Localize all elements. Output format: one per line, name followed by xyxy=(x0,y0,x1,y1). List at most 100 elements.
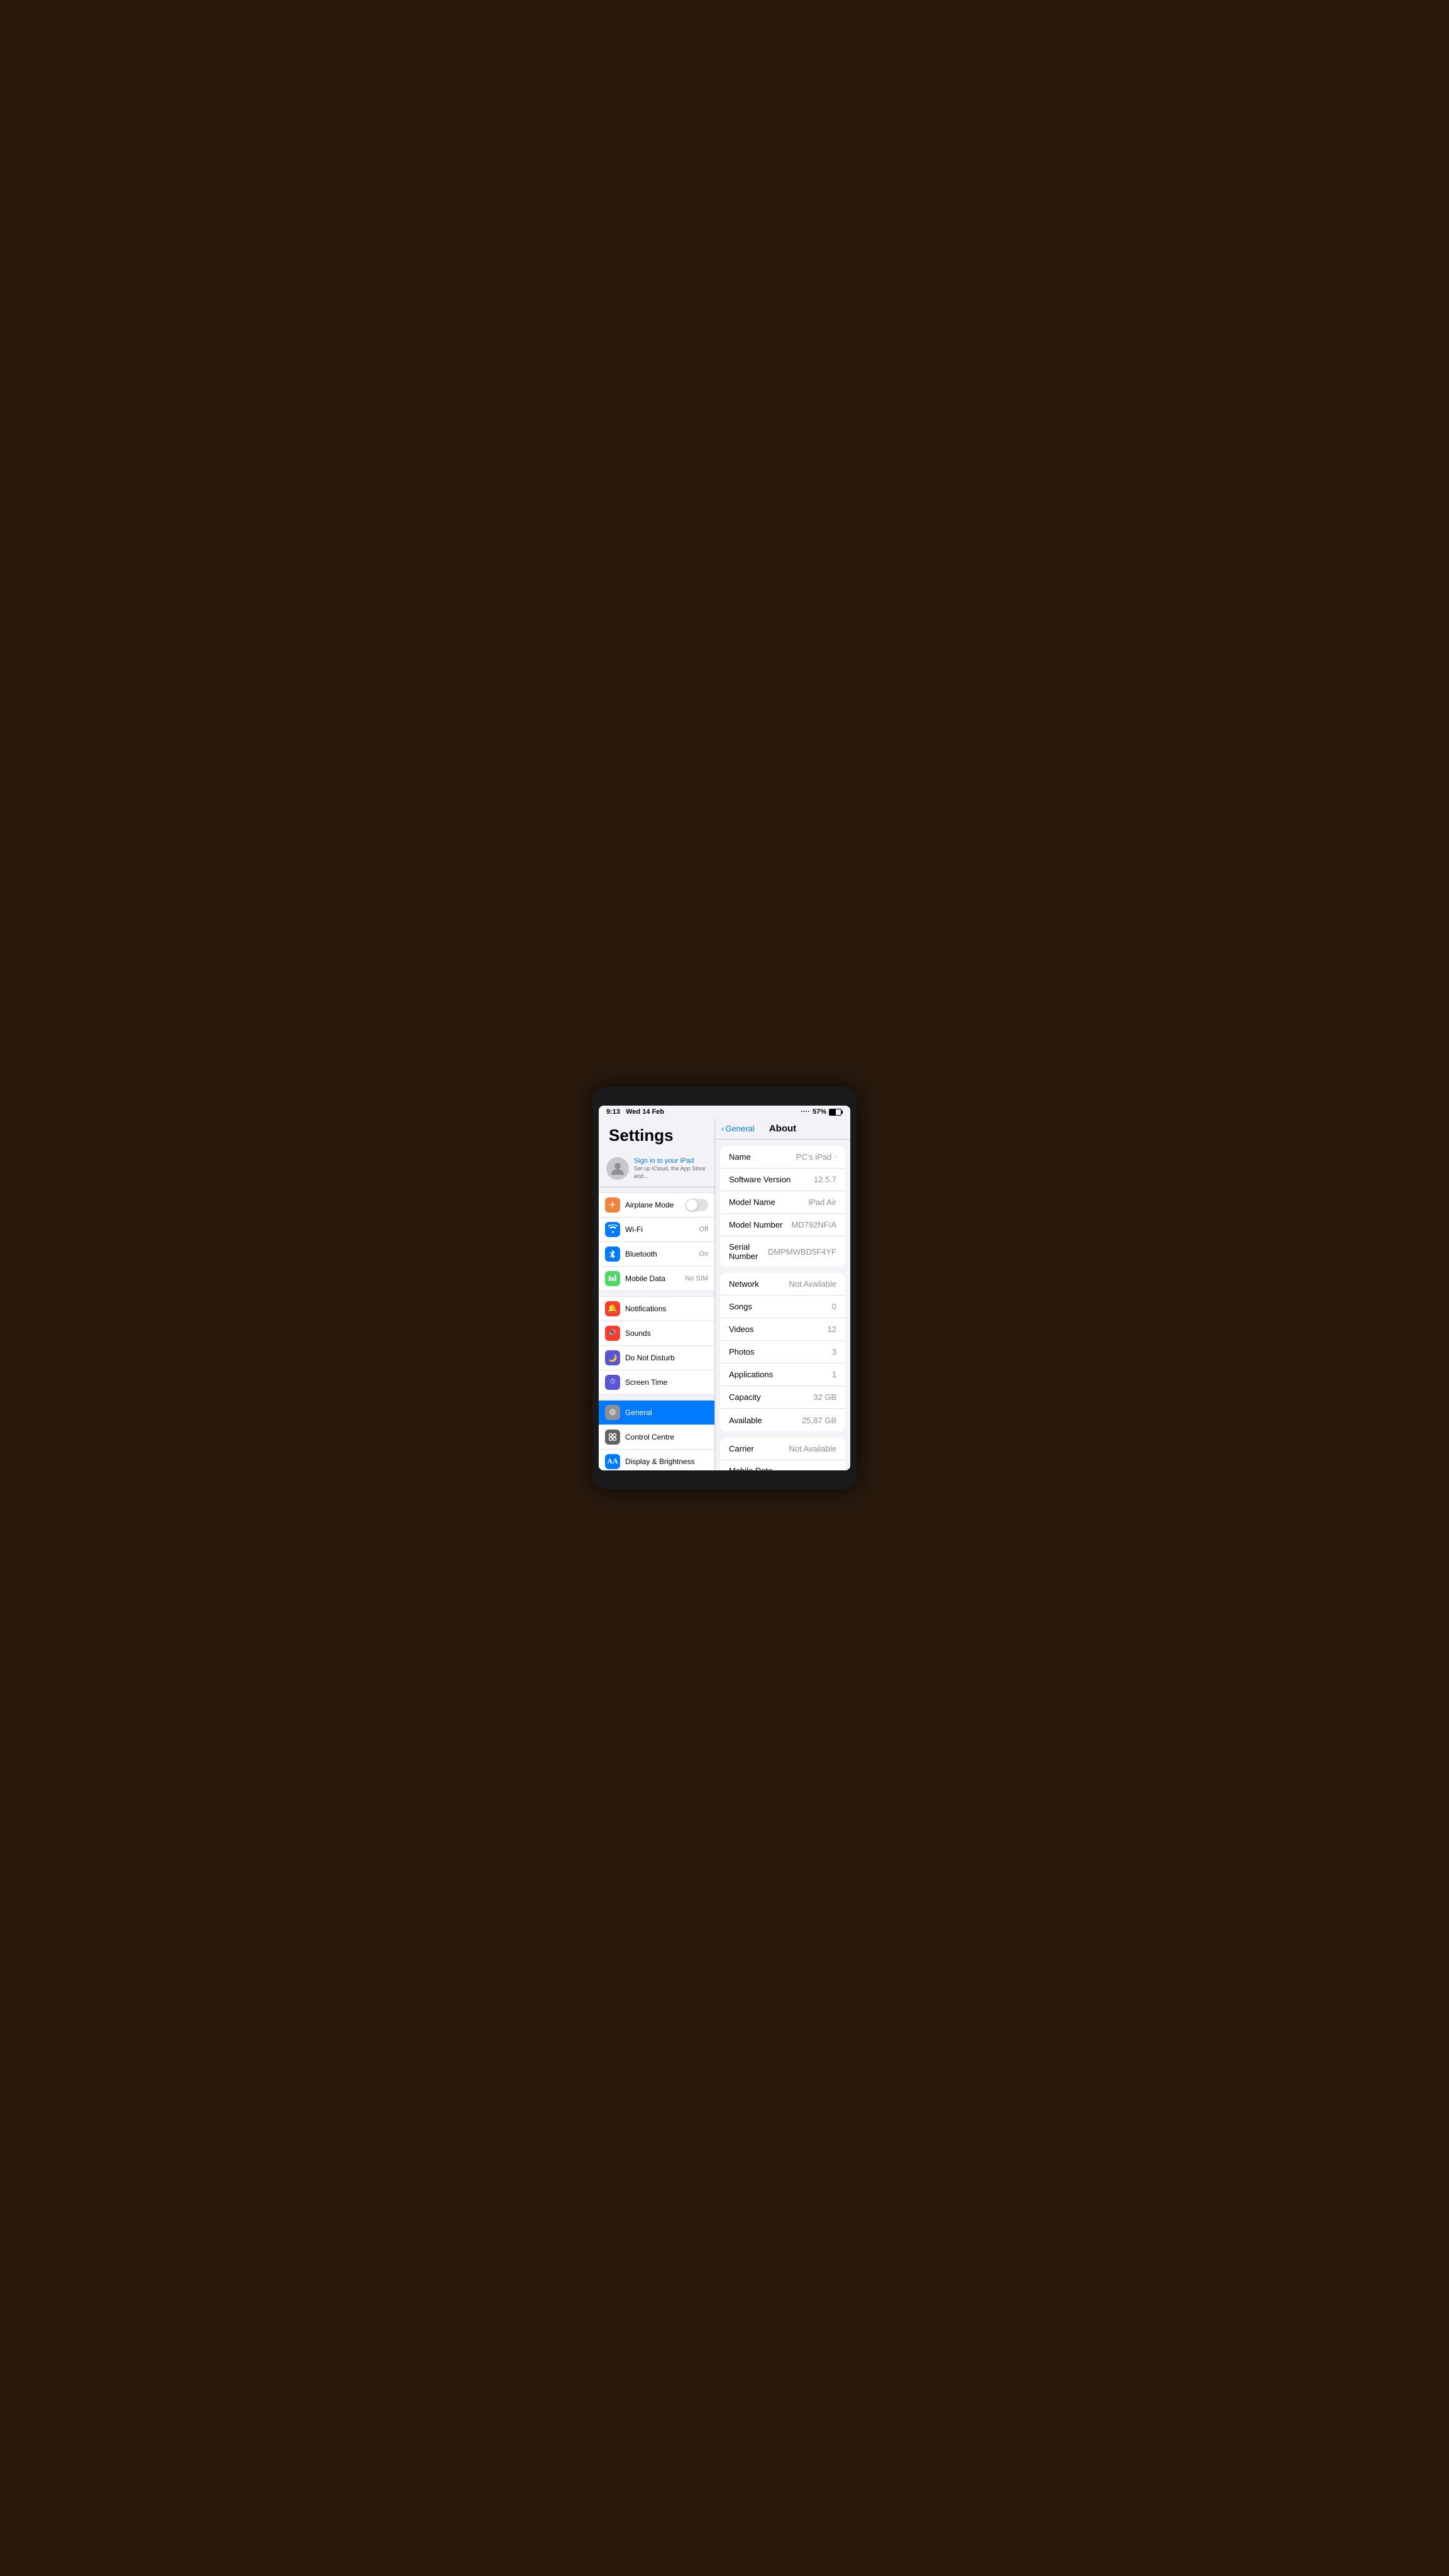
sidebar-item-mobile-data[interactable]: Mobile Data No SIM xyxy=(599,1267,714,1291)
sidebar-item-notifications[interactable]: 🔔 Notifications xyxy=(599,1296,714,1321)
sidebar-item-sounds[interactable]: 🔊 Sounds xyxy=(599,1321,714,1346)
ipad-screen: 9:13 Wed 14 Feb ···· 57% Settings xyxy=(599,1106,850,1470)
network-label: Network xyxy=(729,1279,759,1289)
applications-value: 1 xyxy=(832,1370,836,1379)
device-frame: 9:13 Wed 14 Feb ···· 57% Settings xyxy=(592,1087,857,1489)
photos-value: 3 xyxy=(832,1347,836,1357)
mobile-data-icon xyxy=(605,1271,620,1286)
battery-body xyxy=(829,1109,841,1116)
about-row-videos: Videos 12 xyxy=(720,1318,845,1341)
sidebar-item-control-centre[interactable]: Control Centre xyxy=(599,1425,714,1450)
battery-tip xyxy=(841,1111,843,1114)
notifications-icon: 🔔 xyxy=(605,1301,620,1316)
battery-icon xyxy=(829,1109,843,1116)
airplane-label: Airplane Mode xyxy=(625,1201,686,1209)
about-section-network: Carrier Not Available Mobile Data Number… xyxy=(720,1438,845,1470)
do-not-disturb-icon: 🌙 xyxy=(605,1350,620,1365)
name-value: PC's iPad › xyxy=(796,1152,836,1162)
about-row-mobile-data-number: Mobile Data Number Unknown xyxy=(720,1460,845,1470)
display-icon: AA xyxy=(605,1454,620,1469)
about-row-capacity: Capacity 32 GB xyxy=(720,1386,845,1409)
screen-time-label: Screen Time xyxy=(625,1378,708,1387)
airplane-toggle[interactable] xyxy=(686,1199,708,1211)
do-not-disturb-label: Do Not Disturb xyxy=(625,1353,708,1362)
sidebar-group-connectivity: ✈ Airplane Mode Wi-Fi Off xyxy=(599,1192,714,1291)
about-section-media: Network Not Available Songs 0 Videos 12 … xyxy=(720,1273,845,1431)
sounds-icon: 🔊 xyxy=(605,1326,620,1341)
photos-label: Photos xyxy=(729,1347,754,1357)
available-label: Available xyxy=(729,1416,762,1425)
videos-value: 12 xyxy=(828,1324,836,1334)
display-label: Display & Brightness xyxy=(625,1457,708,1466)
applications-label: Applications xyxy=(729,1370,773,1379)
about-row-carrier: Carrier Not Available xyxy=(720,1438,845,1460)
capacity-label: Capacity xyxy=(729,1392,761,1402)
serial-value: DMPMWBD5F4YF xyxy=(768,1247,836,1257)
about-row-model-number: Model Number MD792NF/A xyxy=(720,1214,845,1236)
profile-section[interactable]: Sign in to your iPad Set up iCloud, the … xyxy=(599,1150,714,1187)
model-name-value: iPad Air xyxy=(808,1197,836,1207)
profile-sub: Set up iCloud, the App Store and... xyxy=(634,1165,707,1180)
screen-time-icon: ⏱ xyxy=(605,1375,620,1390)
signal-dots: ···· xyxy=(801,1108,810,1116)
sidebar: Settings Sign in to your iPad Set up iCl… xyxy=(599,1118,715,1470)
sounds-label: Sounds xyxy=(625,1329,708,1338)
general-icon: ⚙ xyxy=(605,1405,620,1420)
wifi-value: Off xyxy=(699,1226,708,1233)
sidebar-item-screen-time[interactable]: ⏱ Screen Time xyxy=(599,1370,714,1395)
sidebar-item-display-brightness[interactable]: AA Display & Brightness xyxy=(599,1450,714,1470)
network-value: Not Available xyxy=(789,1279,836,1289)
about-row-software: Software Version 12.5.7 xyxy=(720,1169,845,1191)
profile-signin: Sign in to your iPad xyxy=(634,1157,707,1165)
songs-label: Songs xyxy=(729,1302,752,1311)
battery-percent: 57% xyxy=(813,1108,826,1116)
battery-fill xyxy=(830,1109,836,1115)
about-nav-bar: ‹ General About xyxy=(715,1118,850,1140)
right-panel: ‹ General About Name PC's iPad › xyxy=(715,1118,850,1470)
about-title: About xyxy=(769,1123,796,1134)
about-row-photos: Photos 3 xyxy=(720,1341,845,1363)
content-area: Settings Sign in to your iPad Set up iCl… xyxy=(599,1118,850,1470)
status-bar: 9:13 Wed 14 Feb ···· 57% xyxy=(599,1106,850,1118)
toggle-knob xyxy=(686,1199,697,1211)
software-label: Software Version xyxy=(729,1175,791,1184)
avatar xyxy=(606,1157,629,1180)
bluetooth-value: On xyxy=(699,1250,708,1258)
mobile-data-value: No SIM xyxy=(685,1275,708,1282)
sidebar-item-bluetooth[interactable]: Bluetooth On xyxy=(599,1242,714,1267)
carrier-value: Not Available xyxy=(789,1444,836,1453)
about-section-device: Name PC's iPad › Software Version 12.5.7… xyxy=(720,1146,845,1267)
sidebar-item-do-not-disturb[interactable]: 🌙 Do Not Disturb xyxy=(599,1346,714,1370)
sidebar-group-alerts: 🔔 Notifications 🔊 Sounds 🌙 Do Not Distur… xyxy=(599,1296,714,1395)
about-row-name[interactable]: Name PC's iPad › xyxy=(720,1146,845,1169)
model-name-label: Model Name xyxy=(729,1197,775,1207)
about-row-songs: Songs 0 xyxy=(720,1296,845,1318)
status-right: ···· 57% xyxy=(801,1108,843,1116)
wifi-label: Wi-Fi xyxy=(625,1225,699,1234)
sidebar-item-general[interactable]: ⚙ General xyxy=(599,1400,714,1425)
serial-label: Serial Number xyxy=(729,1242,768,1261)
about-row-applications: Applications 1 xyxy=(720,1363,845,1386)
sidebar-item-wifi[interactable]: Wi-Fi Off xyxy=(599,1218,714,1242)
settings-title: Settings xyxy=(599,1118,714,1150)
bluetooth-icon xyxy=(605,1246,620,1262)
notifications-label: Notifications xyxy=(625,1304,708,1313)
name-label: Name xyxy=(729,1152,751,1162)
chevron-left-icon: ‹ xyxy=(721,1124,724,1133)
nav-back-button[interactable]: ‹ General xyxy=(721,1124,755,1133)
sidebar-item-airplane[interactable]: ✈ Airplane Mode xyxy=(599,1192,714,1218)
available-value: 25,87 GB xyxy=(802,1416,836,1425)
status-time: 9:13 xyxy=(606,1108,620,1116)
control-centre-label: Control Centre xyxy=(625,1433,708,1441)
carrier-label: Carrier xyxy=(729,1444,754,1453)
general-label: General xyxy=(625,1408,708,1417)
mobile-data-number-label: Mobile Data Number xyxy=(729,1466,802,1470)
wifi-icon xyxy=(605,1222,620,1237)
about-row-model-name: Model Name iPad Air xyxy=(720,1191,845,1214)
about-row-serial: Serial Number DMPMWBD5F4YF xyxy=(720,1236,845,1267)
about-row-available: Available 25,87 GB xyxy=(720,1409,845,1431)
capacity-value: 32 GB xyxy=(813,1392,836,1402)
mobile-data-label: Mobile Data xyxy=(625,1274,685,1283)
videos-label: Videos xyxy=(729,1324,754,1334)
status-time-date: 9:13 Wed 14 Feb xyxy=(606,1108,664,1116)
